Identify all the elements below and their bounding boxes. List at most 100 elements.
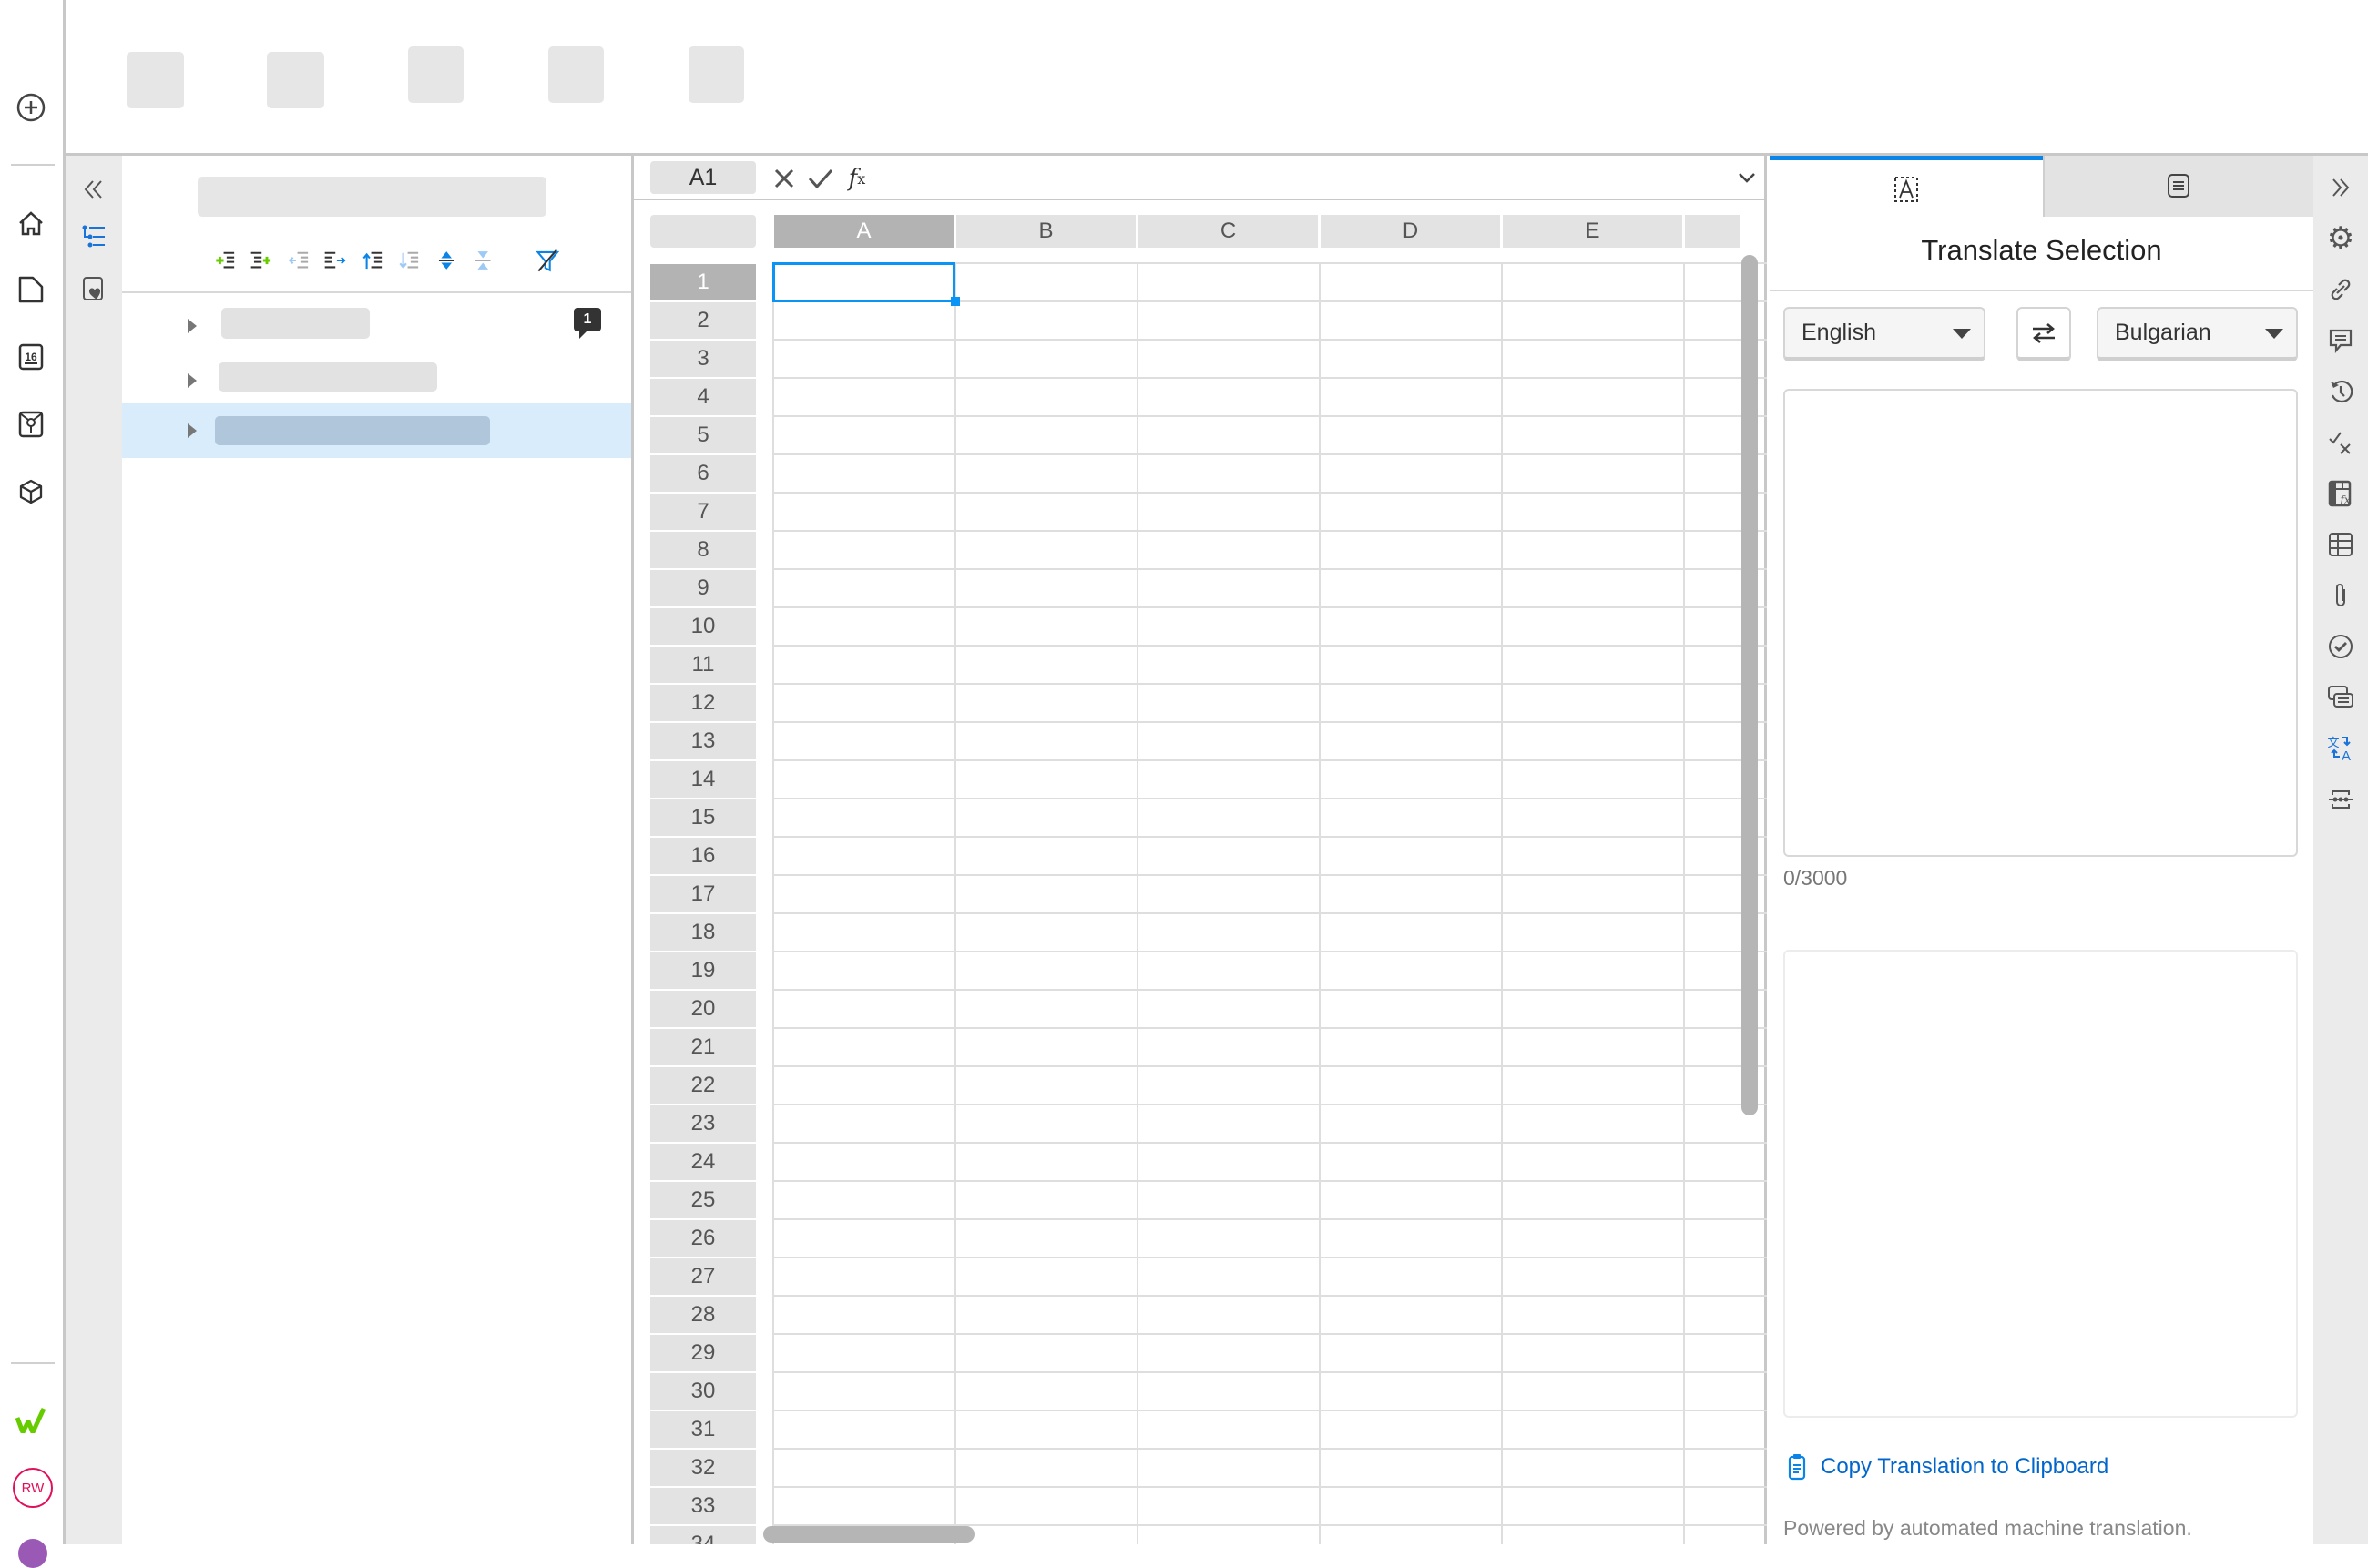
row-header[interactable]: 32 (650, 1450, 756, 1486)
collapse-left-icon[interactable] (78, 174, 109, 205)
search-input[interactable] (198, 177, 546, 217)
row-header[interactable]: 23 (650, 1105, 756, 1142)
table-icon[interactable] (2325, 529, 2356, 560)
selected-cell-a1[interactable] (772, 262, 955, 302)
filter-clear-icon[interactable] (536, 246, 559, 275)
link-icon[interactable] (2325, 274, 2356, 305)
add-icon[interactable] (15, 91, 47, 124)
horizontal-scrollbar[interactable] (763, 1526, 975, 1543)
settings-gear-icon[interactable]: ⚙ (2325, 223, 2356, 254)
column-header-b[interactable]: B (956, 215, 1136, 248)
row-header[interactable]: 29 (650, 1335, 756, 1371)
formula-table-icon[interactable]: fx (2325, 478, 2356, 509)
connector-icon[interactable] (2325, 784, 2356, 815)
toolbar-button-placeholder[interactable] (689, 46, 744, 103)
vertical-scrollbar[interactable] (1741, 255, 1758, 1115)
column-header-d[interactable]: D (1321, 215, 1500, 248)
tree-row[interactable] (122, 356, 631, 411)
proofing-icon[interactable] (2325, 427, 2356, 458)
row-header[interactable]: 33 (650, 1488, 756, 1524)
row-header[interactable]: 27 (650, 1258, 756, 1295)
column-header-a[interactable]: A (774, 215, 954, 248)
add-below-icon[interactable] (250, 249, 273, 272)
row-header[interactable]: 18 (650, 914, 756, 951)
outdent-icon[interactable] (287, 249, 311, 272)
source-language-select[interactable]: English (1783, 307, 1985, 361)
indent-icon[interactable] (323, 249, 347, 272)
column-header-c[interactable]: C (1138, 215, 1318, 248)
tab-document[interactable] (2043, 156, 2313, 217)
attachment-icon[interactable] (2325, 580, 2356, 611)
rw-app-icon[interactable]: RW (13, 1468, 53, 1508)
row-header[interactable]: 16 (650, 838, 756, 874)
row-header[interactable]: 7 (650, 494, 756, 530)
row-header[interactable]: 26 (650, 1220, 756, 1257)
row-header[interactable]: 5 (650, 417, 756, 453)
expand-arrow-icon[interactable] (188, 423, 197, 438)
row-header[interactable]: 24 (650, 1144, 756, 1180)
add-above-icon[interactable] (213, 249, 237, 272)
source-text-input[interactable] (1783, 389, 2298, 857)
toolbar-button-placeholder[interactable] (408, 46, 464, 103)
row-header[interactable]: 6 (650, 455, 756, 492)
cube-icon[interactable] (15, 475, 47, 508)
cell-grid[interactable]: ABCDE12345678910111213141516171819202122… (634, 156, 1767, 1544)
expand-arrow-icon[interactable] (188, 319, 197, 333)
toolbar-button-placeholder[interactable] (267, 52, 324, 108)
row-header[interactable]: 34 (650, 1526, 756, 1544)
copy-translation-link[interactable]: Copy Translation to Clipboard (1788, 1453, 2108, 1481)
collapse-all-icon[interactable] (471, 249, 495, 272)
comment-badge[interactable]: 1 (574, 308, 601, 331)
expand-arrow-icon[interactable] (188, 373, 197, 388)
row-header[interactable]: 8 (650, 532, 756, 568)
favorites-icon[interactable] (78, 274, 109, 305)
target-language-select[interactable]: Bulgarian (2097, 307, 2298, 361)
outline-tree-icon[interactable] (78, 221, 109, 252)
fill-handle[interactable] (951, 297, 960, 306)
column-header-e[interactable]: E (1503, 215, 1682, 248)
row-header[interactable]: 13 (650, 723, 756, 759)
w-app-icon[interactable] (13, 1402, 49, 1439)
row-header[interactable]: 21 (650, 1029, 756, 1065)
move-up-icon[interactable] (361, 249, 384, 272)
row-header[interactable]: 3 (650, 341, 756, 377)
row-header[interactable]: 15 (650, 799, 756, 836)
row-header[interactable]: 1 (650, 264, 756, 300)
row-header[interactable]: 28 (650, 1297, 756, 1333)
row-header[interactable]: 9 (650, 570, 756, 606)
avatar[interactable] (18, 1539, 47, 1568)
row-header[interactable]: 22 (650, 1067, 756, 1104)
row-header[interactable]: 2 (650, 302, 756, 339)
row-header[interactable]: 31 (650, 1411, 756, 1448)
move-down-icon[interactable] (397, 249, 421, 272)
swap-languages-button[interactable] (2016, 307, 2071, 361)
tab-translate[interactable] (1770, 156, 2043, 217)
history-icon[interactable] (2325, 376, 2356, 407)
comments-icon[interactable] (2325, 325, 2356, 356)
tree-row-selected[interactable] (122, 403, 631, 458)
row-header[interactable]: 10 (650, 608, 756, 645)
row-header[interactable]: 20 (650, 991, 756, 1027)
column-header-f[interactable] (1685, 215, 1740, 248)
row-header[interactable]: 25 (650, 1182, 756, 1218)
row-header[interactable]: 30 (650, 1373, 756, 1410)
toolbar-button-placeholder[interactable] (127, 52, 184, 108)
expand-all-icon[interactable] (434, 249, 458, 272)
row-header[interactable]: 11 (650, 647, 756, 683)
row-header[interactable]: 17 (650, 876, 756, 912)
row-header[interactable]: 19 (650, 952, 756, 989)
translate-icon[interactable]: 文A (2325, 733, 2356, 764)
certificate-icon[interactable] (15, 408, 47, 441)
row-header[interactable]: 4 (650, 379, 756, 415)
conversations-icon[interactable] (2325, 682, 2356, 713)
row-header[interactable]: 12 (650, 685, 756, 721)
row-gridline (774, 951, 1767, 952)
approval-check-icon[interactable] (2325, 631, 2356, 662)
tree-row[interactable]: 1 (122, 301, 631, 356)
expand-right-icon[interactable] (2325, 172, 2356, 203)
row-header[interactable]: 14 (650, 761, 756, 798)
home-icon[interactable] (15, 208, 47, 240)
folder-icon[interactable] (15, 273, 47, 306)
calendar-icon[interactable]: 16 (15, 341, 47, 373)
toolbar-button-placeholder[interactable] (548, 46, 604, 103)
